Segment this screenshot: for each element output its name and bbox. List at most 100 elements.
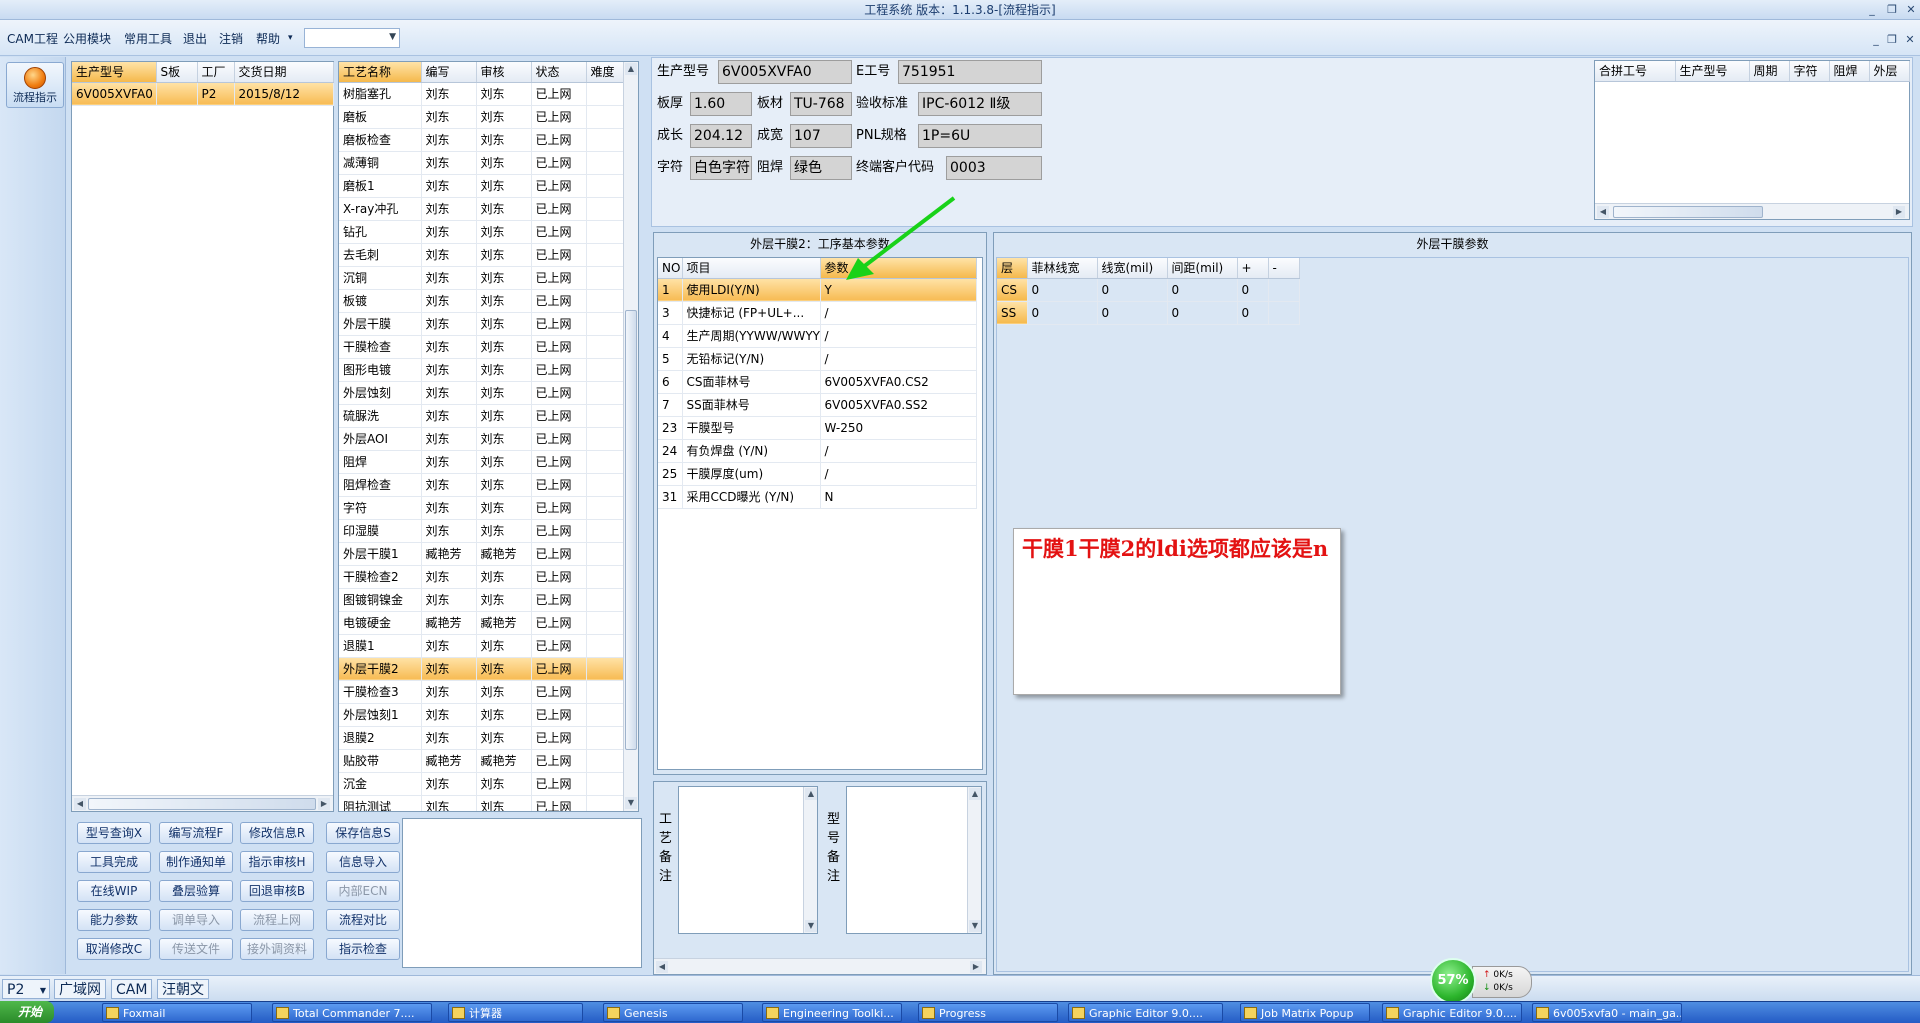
scroll-thumb[interactable]: [88, 798, 316, 810]
table-row[interactable]: 6V005XVFA0 P2 2015/8/12: [72, 82, 334, 106]
taskbar-item[interactable]: Graphic Editor 9.0....: [1068, 1003, 1223, 1022]
action-button[interactable]: 叠层验算: [159, 880, 233, 902]
action-button[interactable]: 流程上网: [240, 909, 314, 931]
taskbar-item[interactable]: 6v005xvfa0 - main_ga...: [1532, 1003, 1682, 1022]
table-row[interactable]: 23 干膜型号 W-250: [658, 416, 977, 440]
table-row[interactable]: X-ray冲孔 刘东 刘东 已上网: [339, 197, 624, 221]
field-prod-model[interactable]: 6V005XVFA0: [718, 60, 852, 84]
menu-exit[interactable]: 退出: [183, 30, 207, 47]
table-row[interactable]: 磨板 刘东 刘东 已上网: [339, 105, 624, 129]
field-width[interactable]: 107: [790, 124, 852, 148]
scroll-left-icon[interactable]: ◀: [1597, 206, 1609, 218]
col-reviewer[interactable]: 审核: [476, 62, 532, 83]
table-row[interactable]: 减薄铜 刘东 刘东 已上网: [339, 151, 624, 175]
table-row[interactable]: 电镀硬金 臧艳芳 臧艳芳 已上网: [339, 611, 624, 635]
taskbar-item[interactable]: Job Matrix Popup: [1240, 1003, 1370, 1022]
scroll-thumb[interactable]: [625, 310, 637, 750]
restore-button[interactable]: ❐: [1884, 2, 1900, 17]
tab-wan[interactable]: 广域网: [54, 979, 106, 999]
action-button[interactable]: 修改信息R: [240, 822, 314, 844]
action-button[interactable]: 指示检查: [326, 938, 400, 960]
remark-vscrollbar[interactable]: ▲ ▼: [803, 787, 817, 933]
action-button[interactable]: 内部ECN: [326, 880, 400, 902]
table-row[interactable]: 外层干膜1 臧艳芳 臧艳芳 已上网: [339, 542, 624, 566]
tab-user[interactable]: 汪朝文: [157, 979, 209, 999]
col-author[interactable]: 编写: [421, 62, 477, 83]
table-row[interactable]: 树脂塞孔 刘东 刘东 已上网: [339, 82, 624, 106]
table-row[interactable]: 图镀铜镍金 刘东 刘东 已上网: [339, 588, 624, 612]
taskbar-item[interactable]: 计算器: [448, 1003, 583, 1022]
col-factory[interactable]: 工厂: [197, 62, 235, 83]
col-line-width[interactable]: 线宽(mil): [1097, 258, 1168, 279]
field-pnl[interactable]: 1P=6U: [918, 124, 1042, 148]
table-row[interactable]: 24 有负焊盘 (Y/N) /: [658, 439, 977, 463]
col-merge-char[interactable]: 字符: [1789, 61, 1830, 82]
table-row[interactable]: 钻孔 刘东 刘东 已上网: [339, 220, 624, 244]
action-button[interactable]: 取消修改C: [77, 938, 151, 960]
col-no[interactable]: NO: [658, 258, 683, 279]
table-row[interactable]: 磨板检查 刘东 刘东 已上网: [339, 128, 624, 152]
field-length[interactable]: 204.12: [690, 124, 752, 148]
net-usage-ball[interactable]: 57%: [1430, 958, 1476, 1004]
menu-help[interactable]: 帮助: [256, 30, 280, 47]
table-row[interactable]: 25 干膜厚度(um) /: [658, 462, 977, 486]
action-button[interactable]: 调单导入: [159, 909, 233, 931]
action-button[interactable]: 制作通知单: [159, 851, 233, 873]
action-button[interactable]: 信息导入: [326, 851, 400, 873]
merge-hscrollbar[interactable]: ◀ ▶: [1595, 203, 1909, 219]
table-row[interactable]: 磨板1 刘东 刘东 已上网: [339, 174, 624, 198]
menu-help-arrow-icon[interactable]: ▾: [288, 33, 293, 43]
inner-restore-button[interactable]: ❐: [1884, 32, 1900, 47]
flow-indicator-button[interactable]: 流程指示: [6, 62, 64, 108]
action-button[interactable]: 能力参数: [77, 909, 151, 931]
inner-close-button[interactable]: ✕: [1902, 32, 1918, 47]
col-merge-cycle[interactable]: 周期: [1749, 61, 1790, 82]
order-hscrollbar[interactable]: ◀ ▶: [72, 795, 333, 811]
scroll-down-icon[interactable]: ▼: [625, 797, 637, 809]
taskbar-item[interactable]: Total Commander 7....: [272, 1003, 432, 1022]
table-row[interactable]: 干膜检查2 刘东 刘东 已上网: [339, 565, 624, 589]
col-merge-no[interactable]: 合拼工号: [1595, 61, 1676, 82]
table-row[interactable]: 外层干膜 刘东 刘东 已上网: [339, 312, 624, 336]
close-button[interactable]: ✕: [1903, 2, 1919, 17]
process-remark-textarea[interactable]: ▲ ▼: [678, 786, 818, 934]
menu-cam[interactable]: CAM工程: [7, 30, 58, 47]
table-row[interactable]: 硫脲洗 刘东 刘东 已上网: [339, 404, 624, 428]
taskbar-item[interactable]: Graphic Editor 9.0....: [1382, 1003, 1522, 1022]
table-row[interactable]: 外层AOI 刘东 刘东 已上网: [339, 427, 624, 451]
table-row[interactable]: 图形电镀 刘东 刘东 已上网: [339, 358, 624, 382]
action-button[interactable]: 回退审核B: [240, 880, 314, 902]
col-delivery-date[interactable]: 交货日期: [234, 62, 334, 83]
col-status[interactable]: 状态: [531, 62, 587, 83]
table-row[interactable]: 31 采用CCD曝光 (Y/N) N: [658, 485, 977, 509]
scroll-right-icon[interactable]: ▶: [1893, 206, 1905, 218]
table-row[interactable]: 6 CS面菲林号 6V005XVFA0.CS2: [658, 370, 977, 394]
table-row[interactable]: 沉铜 刘东 刘东 已上网: [339, 266, 624, 290]
col-process-name[interactable]: 工艺名称: [339, 62, 422, 83]
table-row[interactable]: 3 快捷标记 (FP+UL+... /: [658, 301, 977, 325]
scroll-down-icon[interactable]: ▼: [805, 920, 817, 932]
menu-tools[interactable]: 常用工具: [124, 30, 172, 47]
scroll-left-icon[interactable]: ◀: [74, 798, 86, 810]
table-row[interactable]: SS 0 0 0 0: [997, 301, 1300, 325]
field-e-no[interactable]: 751951: [898, 60, 1042, 84]
field-char[interactable]: 白色字符: [690, 156, 752, 180]
field-standard[interactable]: IPC-6012 Ⅱ级: [918, 92, 1042, 116]
action-button[interactable]: 接外调资料: [240, 938, 314, 960]
col-spacing[interactable]: 间距(mil): [1167, 258, 1238, 279]
table-row[interactable]: 阻焊检查 刘东 刘东 已上网: [339, 473, 624, 497]
tab-factory[interactable]: P2 ▼: [2, 979, 50, 999]
table-row[interactable]: 5 无铅标记(Y/N) /: [658, 347, 977, 371]
model-remark-textarea[interactable]: ▲ ▼: [846, 786, 982, 934]
menu-common-module[interactable]: 公用模块: [63, 30, 111, 47]
action-button[interactable]: 型号查询X: [77, 822, 151, 844]
remark-vscrollbar[interactable]: ▲ ▼: [967, 787, 981, 933]
field-customer[interactable]: 0003: [946, 156, 1042, 180]
scroll-thumb[interactable]: [1613, 206, 1763, 218]
table-row[interactable]: 外层干膜2 刘东 刘东 已上网: [339, 657, 624, 681]
table-row[interactable]: 贴胶带 臧艳芳 臧艳芳 已上网: [339, 749, 624, 773]
col-film-width[interactable]: 菲林线宽: [1027, 258, 1098, 279]
minimize-button[interactable]: _: [1864, 2, 1880, 17]
col-merge-outer[interactable]: 外层: [1869, 61, 1910, 82]
table-row[interactable]: 4 生产周期(YYWW/WWYY) /: [658, 324, 977, 348]
